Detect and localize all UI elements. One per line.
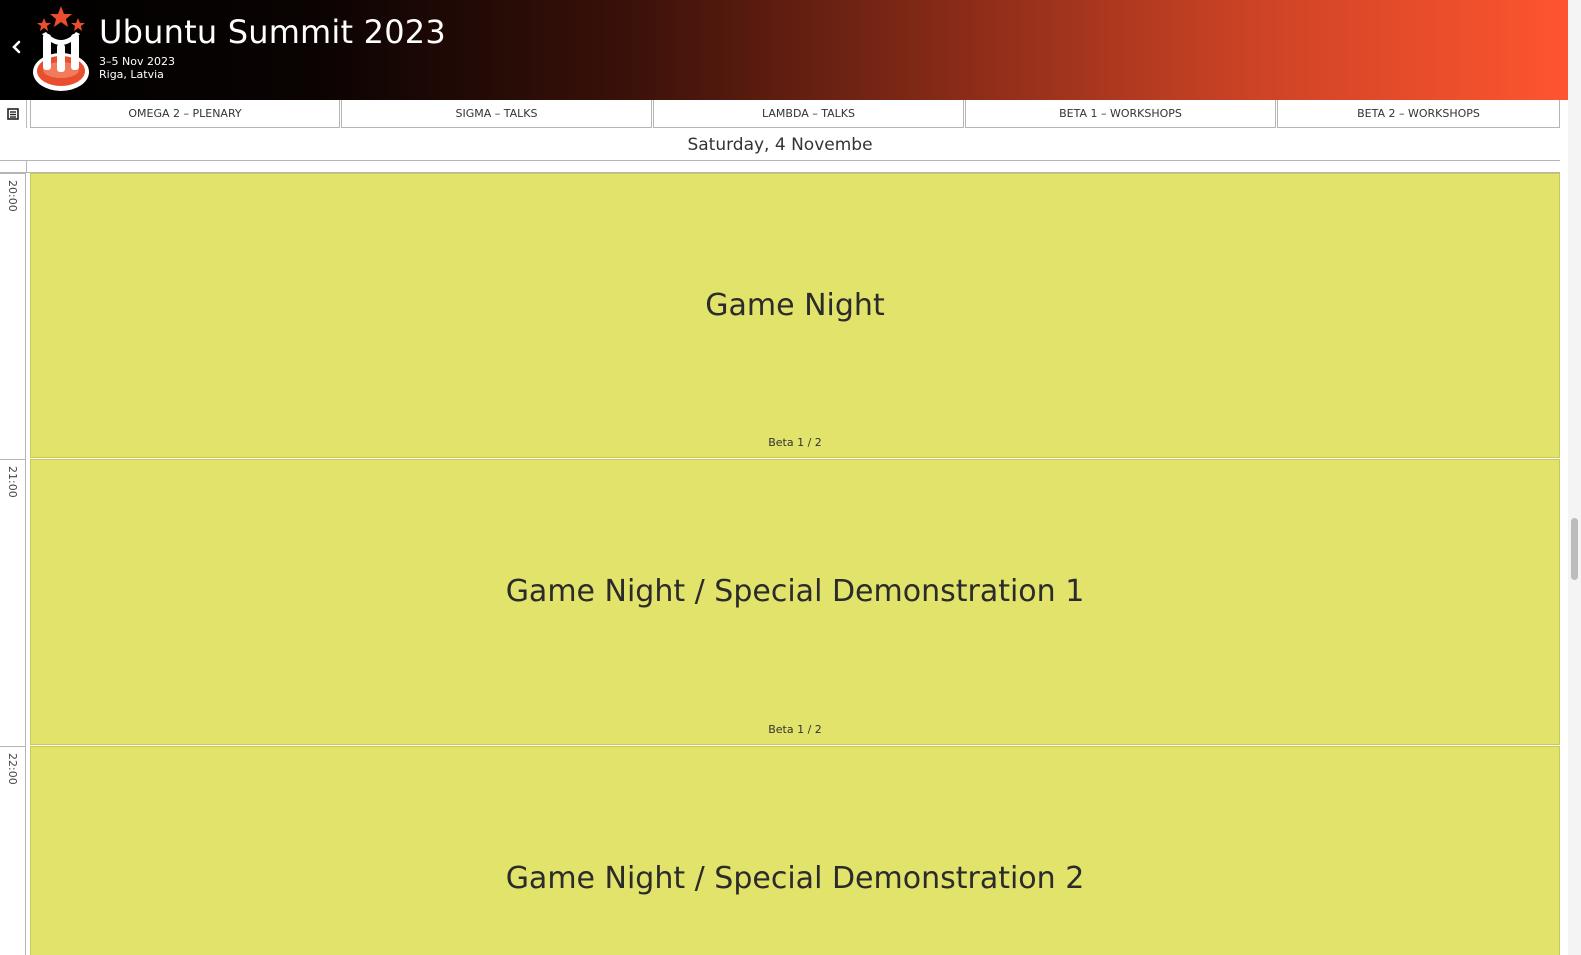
ubuntu-summit-logo[interactable] [30, 4, 92, 94]
event-title: Game Night / Special Demonstration 2 [505, 861, 1085, 896]
event-dates: 3–5 Nov 2023 [99, 55, 175, 68]
schedule-divider [0, 161, 1560, 173]
event-location: Riga, Latvia [99, 68, 164, 81]
event-room: Beta 1 / 2 [768, 723, 822, 736]
event-card[interactable]: Game Night / Special Demonstration 2 [30, 746, 1560, 955]
event-title: Game Night / Special Demonstration 1 [505, 574, 1085, 609]
room-tabs: OMEGA 2 – PLENARY SIGMA – TALKS LAMBDA –… [0, 100, 1568, 130]
event-card[interactable]: Game Night Beta 1 / 2 [30, 173, 1560, 458]
time-slot: 22:00 [0, 746, 26, 955]
room-tab-beta-2[interactable]: BETA 2 – WORKSHOPS [1277, 100, 1560, 128]
chevron-left-icon[interactable] [8, 38, 24, 56]
time-slot: 21:00 [0, 459, 26, 746]
time-label: 22:00 [6, 753, 19, 785]
app-header: Ubuntu Summit 2023 3–5 Nov 2023 Riga, La… [0, 0, 1568, 100]
day-header: Saturday, 4 Novembe [0, 130, 1560, 161]
time-slot: 20:00 [0, 173, 26, 459]
event-title: Game Night [705, 288, 885, 323]
time-label: 21:00 [6, 466, 19, 498]
schedule-list-icon[interactable] [0, 100, 27, 128]
event-meta: 3–5 Nov 2023 Riga, Latvia [99, 55, 175, 81]
room-tab-beta-1[interactable]: BETA 1 – WORKSHOPS [965, 100, 1276, 128]
page-title: Ubuntu Summit 2023 [99, 13, 446, 51]
room-tab-lambda[interactable]: LAMBDA – TALKS [653, 100, 964, 128]
event-room: Beta 1 / 2 [768, 436, 822, 449]
scrollbar-thumb[interactable] [1571, 518, 1578, 580]
time-label: 20:00 [6, 180, 19, 212]
event-card[interactable]: Game Night / Special Demonstration 1 Bet… [30, 459, 1560, 745]
room-tab-sigma[interactable]: SIGMA – TALKS [341, 100, 652, 128]
scrollbar[interactable] [1568, 0, 1581, 955]
time-column: 20:00 21:00 22:00 [0, 173, 27, 955]
room-tab-omega-2[interactable]: OMEGA 2 – PLENARY [30, 100, 340, 128]
